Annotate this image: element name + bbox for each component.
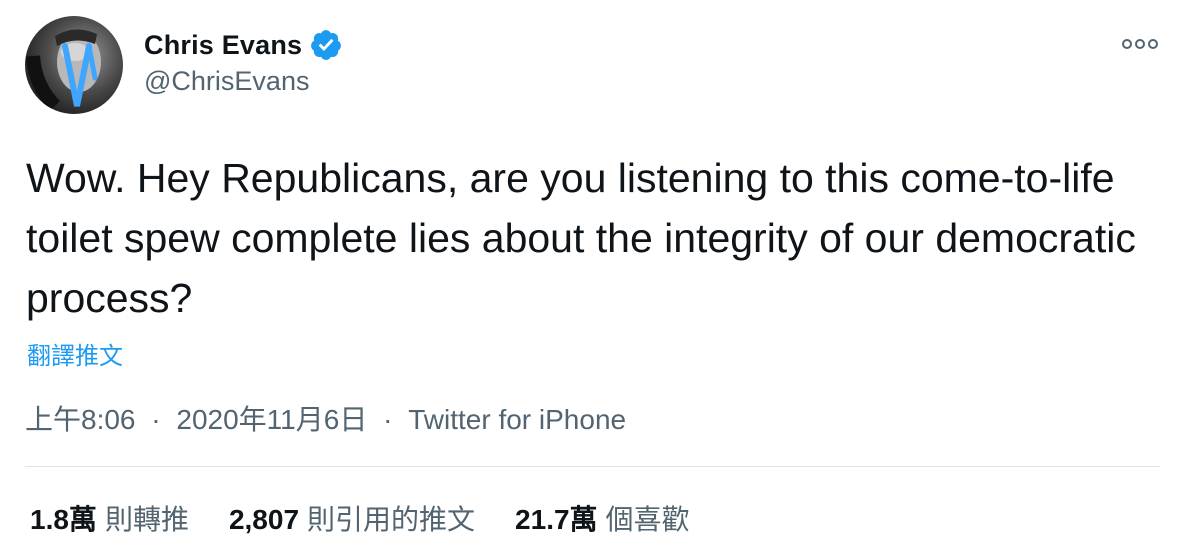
verified-badge-icon bbox=[309, 28, 343, 62]
tweet-metadata: 上午8:06 · 2020年11月6日 · Twitter for iPhone bbox=[25, 398, 626, 438]
tweet-date[interactable]: 2020年11月6日 bbox=[176, 404, 367, 435]
tweet-text: Wow. Hey Republicans, are you listening … bbox=[26, 155, 1136, 321]
divider bbox=[25, 466, 1160, 467]
translate-tweet-link[interactable]: 翻譯推文 bbox=[27, 336, 123, 371]
likes-label: 個喜歡 bbox=[605, 504, 690, 535]
tweet-time[interactable]: 上午8:06 bbox=[25, 404, 136, 435]
author-block: Chris Evans @ChrisEvans bbox=[144, 26, 343, 97]
quotes-label: 則引用的推文 bbox=[307, 504, 476, 535]
name-row: Chris Evans bbox=[144, 26, 343, 64]
retweets-count: 1.8萬 bbox=[30, 504, 97, 535]
author-name[interactable]: Chris Evans bbox=[144, 30, 302, 61]
separator-dot: · bbox=[151, 404, 161, 435]
more-options-icon[interactable] bbox=[1121, 36, 1161, 52]
author-handle[interactable]: @ChrisEvans bbox=[144, 66, 343, 97]
engagement-stats: 1.8萬 則轉推 2,807 則引用的推文 21.7萬 個喜歡 bbox=[30, 498, 730, 538]
likes-stat[interactable]: 21.7萬 個喜歡 bbox=[515, 498, 690, 538]
quotes-stat[interactable]: 2,807 則引用的推文 bbox=[229, 498, 475, 538]
retweets-stat[interactable]: 1.8萬 則轉推 bbox=[30, 498, 189, 538]
likes-count: 21.7萬 bbox=[515, 504, 598, 535]
avatar[interactable] bbox=[25, 16, 123, 114]
tweet-source[interactable]: Twitter for iPhone bbox=[408, 404, 626, 435]
quotes-count: 2,807 bbox=[228, 504, 300, 535]
tweet-card: Chris Evans @ChrisEvans Wow. Hey Republi… bbox=[0, 0, 1184, 560]
retweets-label: 則轉推 bbox=[104, 504, 189, 535]
separator-dot: · bbox=[383, 404, 393, 435]
